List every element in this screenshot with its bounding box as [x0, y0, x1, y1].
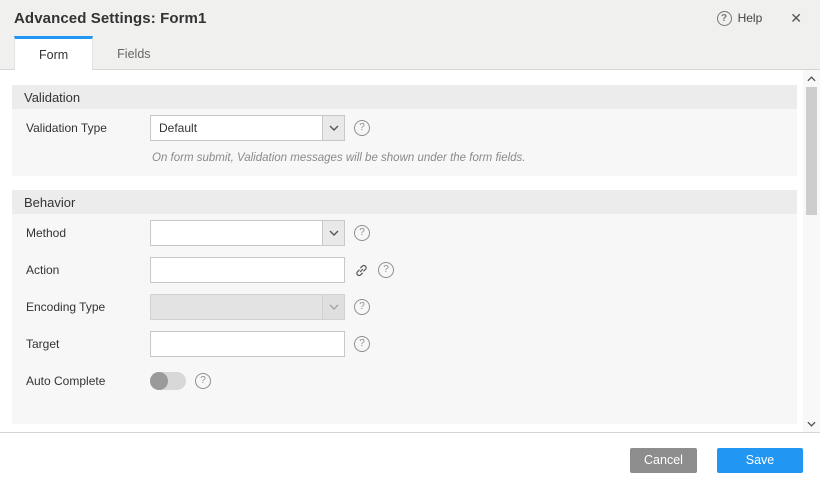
advanced-settings-dialog: Advanced Settings: Form1 ? Help ✕ Form F…: [0, 0, 820, 487]
target-help-icon[interactable]: ?: [354, 336, 370, 352]
target-row: Target ?: [26, 331, 797, 357]
chevron-down-icon: [322, 221, 344, 245]
save-button[interactable]: Save: [717, 448, 803, 473]
action-row: Action ?: [26, 257, 797, 283]
dialog-footer: Cancel Save: [0, 433, 820, 487]
validation-type-value: Default: [151, 116, 322, 140]
encoding-type-label: Encoding Type: [26, 300, 150, 314]
auto-complete-toggle[interactable]: [150, 372, 186, 390]
form-settings-panel: Validation Validation Type Default ?: [0, 70, 803, 432]
chevron-down-icon: [322, 295, 344, 319]
encoding-type-help-icon[interactable]: ?: [354, 299, 370, 315]
scroll-up-icon[interactable]: [803, 71, 820, 86]
dialog-titlebar: Advanced Settings: Form1 ? Help ✕: [0, 0, 820, 36]
cancel-button[interactable]: Cancel: [630, 448, 697, 473]
section-validation-header: Validation: [12, 85, 797, 109]
encoding-type-value: [151, 295, 322, 319]
section-behavior: Behavior Method ? Actio: [12, 190, 797, 424]
section-validation-title: Validation: [24, 90, 80, 105]
section-behavior-header: Behavior: [12, 190, 797, 214]
auto-complete-row: Auto Complete ?: [26, 368, 797, 394]
section-validation-body: Validation Type Default ? On form submit…: [12, 109, 797, 176]
encoding-type-row: Encoding Type ?: [26, 294, 797, 320]
method-value: [151, 221, 322, 245]
validation-type-hint: On form submit, Validation messages will…: [150, 152, 526, 164]
vertical-scrollbar[interactable]: [803, 70, 820, 432]
method-row: Method ?: [26, 220, 797, 246]
dialog-title: Advanced Settings: Form1: [14, 10, 206, 27]
validation-type-help-icon[interactable]: ?: [354, 120, 370, 136]
method-dropdown[interactable]: [150, 220, 345, 246]
scroll-down-icon[interactable]: [803, 416, 820, 431]
validation-type-label: Validation Type: [26, 121, 150, 135]
target-input[interactable]: [150, 331, 345, 357]
tab-bar: Form Fields: [0, 36, 820, 70]
section-behavior-title: Behavior: [24, 195, 75, 210]
section-validation: Validation Validation Type Default ?: [12, 85, 797, 176]
method-label: Method: [26, 226, 150, 240]
encoding-type-dropdown: [150, 294, 345, 320]
action-help-icon[interactable]: ?: [378, 262, 394, 278]
scrollbar-thumb[interactable]: [806, 87, 817, 215]
auto-complete-label: Auto Complete: [26, 374, 150, 388]
validation-type-hint-row: On form submit, Validation messages will…: [26, 152, 797, 164]
link-icon[interactable]: [354, 263, 369, 278]
validation-type-dropdown[interactable]: Default: [150, 115, 345, 141]
toggle-knob-icon: [150, 372, 168, 390]
validation-type-row: Validation Type Default ?: [26, 115, 797, 141]
section-behavior-body: Method ? Action: [12, 214, 797, 424]
method-help-icon[interactable]: ?: [354, 225, 370, 241]
target-label: Target: [26, 337, 150, 351]
help-label: Help: [738, 11, 763, 25]
help-icon: ?: [717, 11, 732, 26]
action-input[interactable]: [150, 257, 345, 283]
tab-form[interactable]: Form: [14, 36, 93, 70]
tab-fields[interactable]: Fields: [93, 36, 174, 69]
action-label: Action: [26, 263, 150, 277]
chevron-down-icon: [322, 116, 344, 140]
content-area: Validation Validation Type Default ?: [0, 70, 820, 433]
auto-complete-help-icon[interactable]: ?: [195, 373, 211, 389]
help-button[interactable]: ? Help: [717, 11, 763, 26]
close-icon[interactable]: ✕: [788, 9, 804, 27]
